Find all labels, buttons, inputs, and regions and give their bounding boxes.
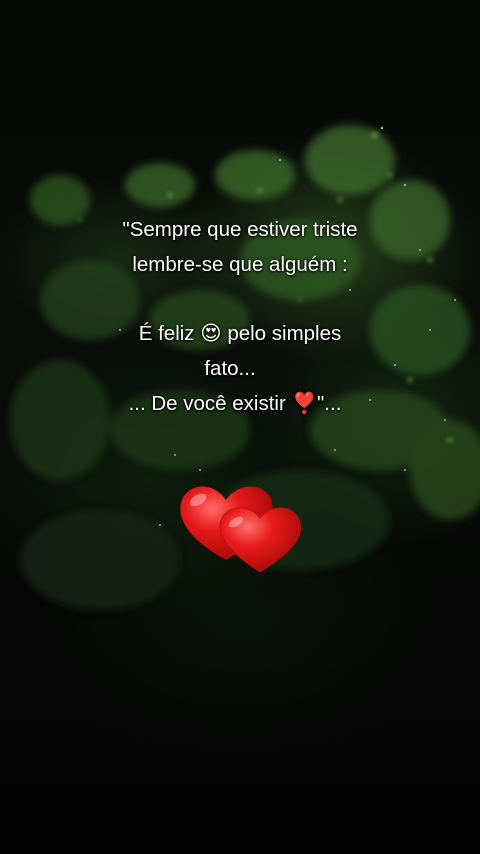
background-photo: "Sempre que estiver triste lembre-se que… <box>0 0 480 854</box>
quote-line-2: lembre-se que alguém : <box>132 253 348 276</box>
quote-line-4: fato... <box>204 357 256 380</box>
two-hearts-icon <box>180 486 302 573</box>
quote-line-1: "Sempre que estiver triste <box>122 218 358 241</box>
quote-line-3: É feliz 😍 pelo simples <box>138 322 342 345</box>
quote-text: "Sempre que estiver triste lembre-se que… <box>0 212 480 421</box>
tree-foliage <box>10 125 480 610</box>
front-heart-icon <box>219 507 302 573</box>
quote-line-5: ... De você existir ❣️"... <box>128 392 342 415</box>
